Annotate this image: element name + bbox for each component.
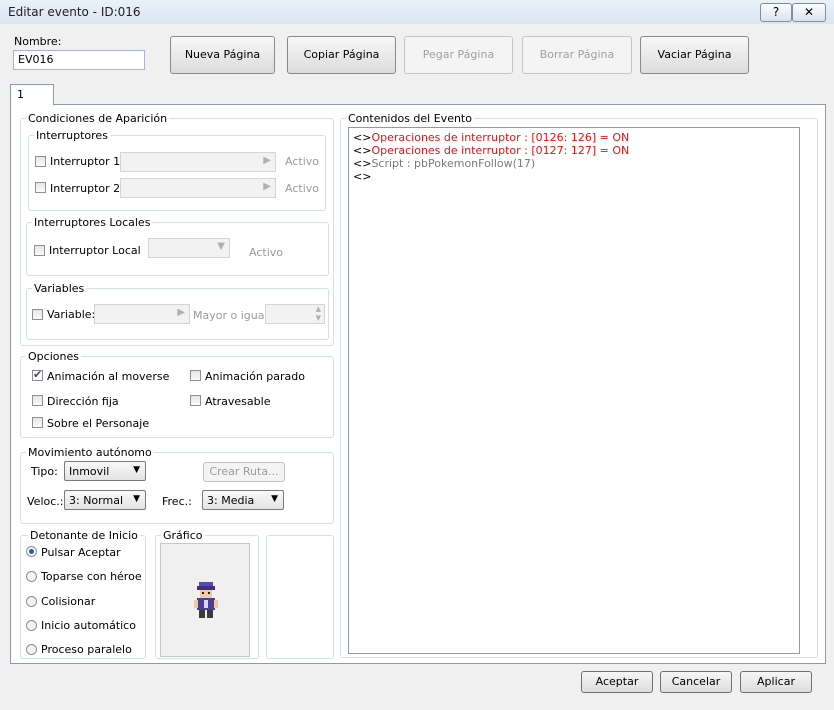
- switch1-active-label: Activo: [285, 155, 319, 168]
- close-button[interactable]: ✕: [792, 3, 826, 22]
- paste-page-button[interactable]: Pegar Página: [404, 36, 513, 74]
- trigger-option: Toparse con héroe: [41, 570, 142, 583]
- above-label: Sobre el Personaje: [47, 417, 150, 430]
- type-select[interactable]: Inmovil ▼: [64, 461, 146, 481]
- chevron-right-icon: ▶: [177, 307, 185, 318]
- options-title: Opciones: [26, 350, 81, 363]
- chevron-right-icon: ▶: [263, 155, 271, 166]
- variables-title: Variables: [32, 282, 87, 295]
- local-switch-label: Interruptor Local: [49, 244, 141, 257]
- switch1-select[interactable]: ▶: [120, 152, 276, 172]
- trigger-radio-1[interactable]: [26, 571, 37, 582]
- switch2-checkbox[interactable]: [35, 182, 46, 193]
- fixed-dir-checkbox[interactable]: [32, 395, 43, 406]
- create-route-button[interactable]: Crear Ruta...: [203, 462, 285, 482]
- freq-select[interactable]: 3: Media ▼: [202, 490, 284, 510]
- new-page-button[interactable]: Nueva Página: [170, 36, 275, 74]
- tab-label: 1: [17, 88, 24, 101]
- switch2-label: Interruptor 2: [50, 182, 121, 195]
- chevron-down-icon: ▼: [133, 494, 140, 504]
- move-anim-checkbox[interactable]: [32, 368, 43, 381]
- speed-select[interactable]: 3: Normal ▼: [64, 490, 146, 510]
- conditions-title: Condiciones de Aparición: [26, 112, 170, 125]
- trigger-option: Inicio automático: [41, 619, 136, 632]
- command-line[interactable]: <>Script : pbPokemonFollow(17): [353, 157, 795, 170]
- move-anim-label: Animación al moverse: [47, 370, 170, 383]
- local-switch-checkbox[interactable]: [34, 245, 45, 256]
- clear-page-button[interactable]: Vaciar Página: [640, 36, 749, 74]
- cancel-button[interactable]: Cancelar: [660, 671, 732, 693]
- empty-group: [266, 535, 334, 659]
- variable-label: Variable:: [47, 308, 96, 321]
- name-label: Nombre:: [14, 35, 62, 48]
- trigger-radio-2[interactable]: [26, 596, 37, 607]
- command-line[interactable]: <>: [353, 170, 795, 183]
- delete-page-button[interactable]: Borrar Página: [522, 36, 632, 74]
- window-title: Editar evento - ID:016: [8, 5, 141, 19]
- switch1-label: Interruptor 1: [50, 155, 121, 168]
- stop-anim-checkbox[interactable]: [190, 370, 201, 381]
- speed-label: Veloc.:: [27, 495, 64, 508]
- command-line[interactable]: <>Operaciones de interruptor : [0127: 12…: [353, 144, 795, 157]
- through-label: Atravesable: [205, 395, 271, 408]
- variable-checkbox[interactable]: [32, 309, 43, 320]
- speed-value: 3: Normal: [69, 494, 124, 507]
- trigger-radio-0[interactable]: [26, 546, 37, 557]
- type-label: Tipo:: [31, 465, 58, 478]
- local-switch-select[interactable]: ▼: [148, 238, 230, 258]
- trigger-option: Pulsar Aceptar: [41, 546, 121, 559]
- through-checkbox[interactable]: [190, 395, 201, 406]
- trigger-radio-4[interactable]: [26, 644, 37, 655]
- chevron-down-icon: ▼: [133, 465, 140, 475]
- trigger-option: Colisionar: [41, 595, 96, 608]
- above-checkbox[interactable]: [32, 417, 43, 428]
- chevron-down-icon: ▼: [271, 494, 278, 504]
- name-input[interactable]: EV016: [13, 50, 145, 70]
- graphic-preview[interactable]: [160, 543, 250, 657]
- switches-group: [28, 135, 326, 211]
- switch1-checkbox[interactable]: [35, 156, 46, 167]
- graphic-title: Gráfico: [161, 529, 205, 542]
- local-switches-title: Interruptores Locales: [32, 216, 153, 229]
- freq-label: Frec.:: [162, 495, 192, 508]
- copy-page-button[interactable]: Copiar Página: [287, 36, 396, 74]
- switch2-active-label: Activo: [285, 182, 319, 195]
- variable-select[interactable]: ▶: [94, 304, 190, 324]
- event-commands-list[interactable]: <>Operaciones de interruptor : [0126: 12…: [348, 127, 800, 654]
- spin-up-icon[interactable]: ▲: [316, 305, 321, 313]
- apply-button[interactable]: Aplicar: [740, 671, 812, 693]
- character-sprite-icon: [194, 582, 218, 618]
- title-bar: Editar evento - ID:016 ? ✕: [0, 0, 834, 25]
- local-switch-active-label: Activo: [249, 246, 283, 259]
- switch2-select[interactable]: ▶: [120, 178, 276, 198]
- freq-value: 3: Media: [207, 494, 255, 507]
- switches-title: Interruptores: [34, 129, 110, 142]
- stop-anim-label: Animación parado: [205, 370, 306, 383]
- trigger-title: Detonante de Inicio: [28, 529, 140, 542]
- trigger-option: Proceso paralelo: [41, 643, 132, 656]
- contents-title: Contenidos del Evento: [346, 112, 474, 125]
- movement-title: Movimiento autónomo: [26, 446, 154, 459]
- command-line[interactable]: <>Operaciones de interruptor : [0126: 12…: [353, 131, 795, 144]
- chevron-right-icon: ▶: [263, 181, 271, 192]
- help-button[interactable]: ?: [760, 3, 792, 22]
- variable-value-spinner[interactable]: ▲ ▼: [265, 304, 325, 324]
- tab-page-1[interactable]: 1: [10, 84, 54, 105]
- type-value: Inmovil: [69, 465, 110, 478]
- greater-equal-label: Mayor o igual: [193, 309, 268, 322]
- fixed-dir-label: Dirección fija: [47, 395, 119, 408]
- chevron-down-icon: ▼: [217, 241, 225, 252]
- trigger-radio-3[interactable]: [26, 620, 37, 631]
- spin-down-icon[interactable]: ▼: [316, 314, 321, 322]
- ok-button[interactable]: Aceptar: [581, 671, 653, 693]
